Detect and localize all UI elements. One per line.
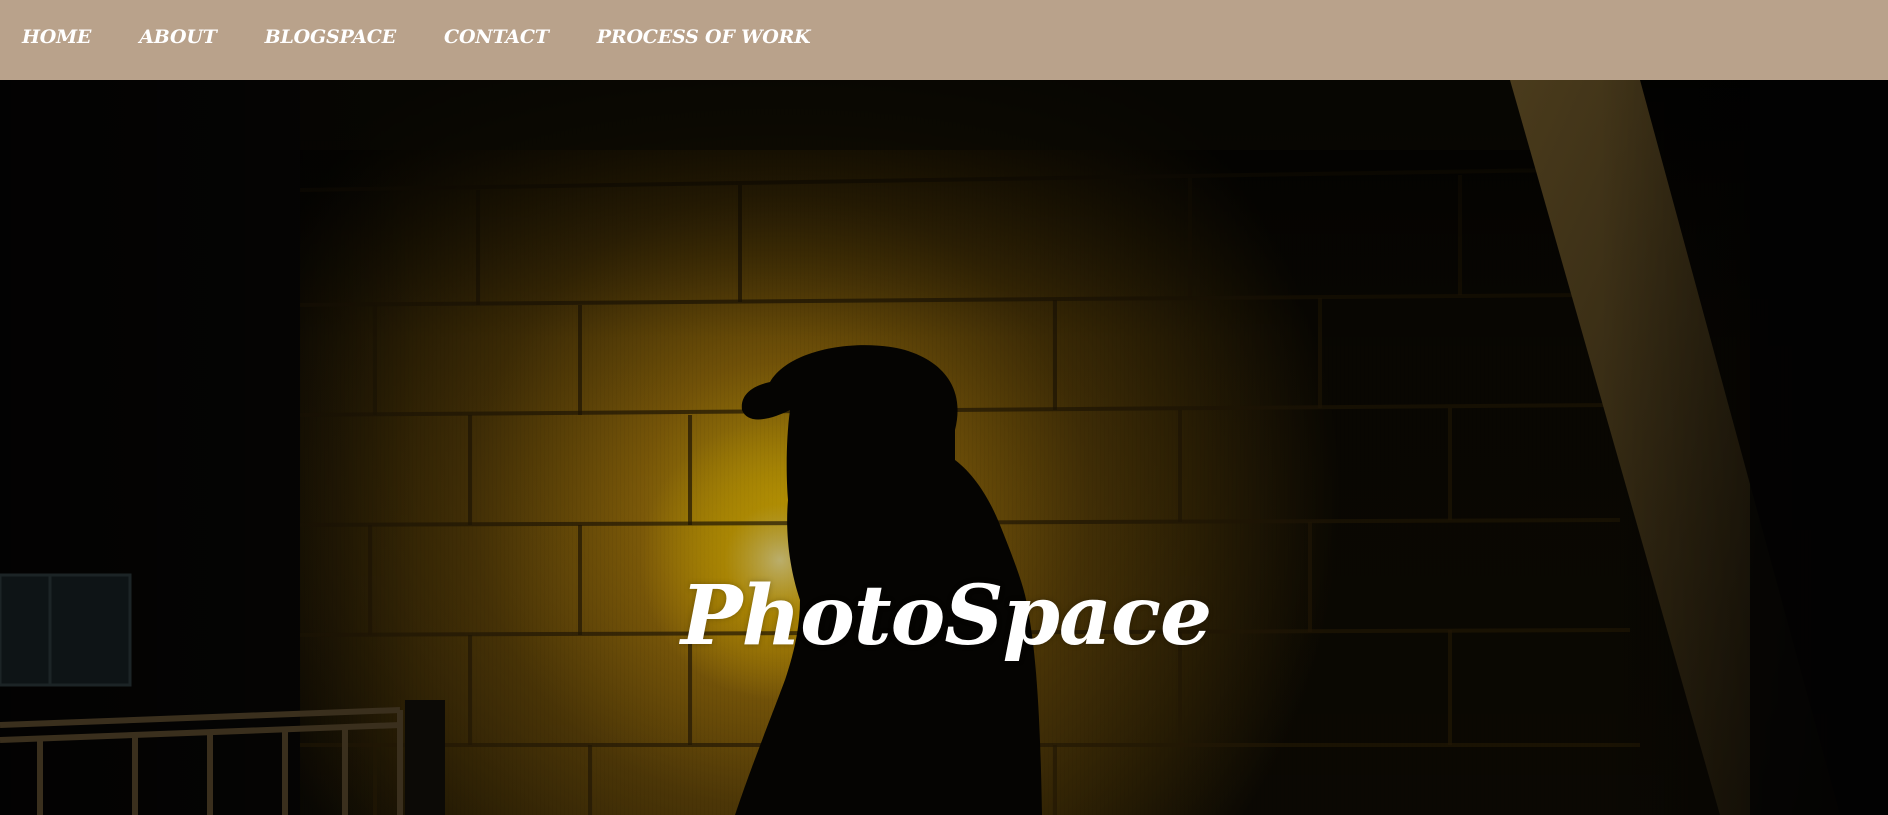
nav-blogspace-link[interactable]: BLOGSPACE [265, 26, 397, 48]
nav-about-link[interactable]: ABOUT [139, 26, 217, 48]
nav-home-link[interactable]: HOME [22, 26, 91, 48]
hero-title: PhotoSpace [680, 568, 1212, 664]
nav-contact-link[interactable]: CONTACT [444, 26, 549, 48]
hero-background-image [0, 80, 1888, 815]
hero-section: PhotoSpace [0, 80, 1888, 815]
nav-process-of-work-link[interactable]: PROCESS OF WORK [597, 26, 811, 48]
top-navbar: HOME ABOUT BLOGSPACE CONTACT PROCESS OF … [0, 0, 1888, 80]
